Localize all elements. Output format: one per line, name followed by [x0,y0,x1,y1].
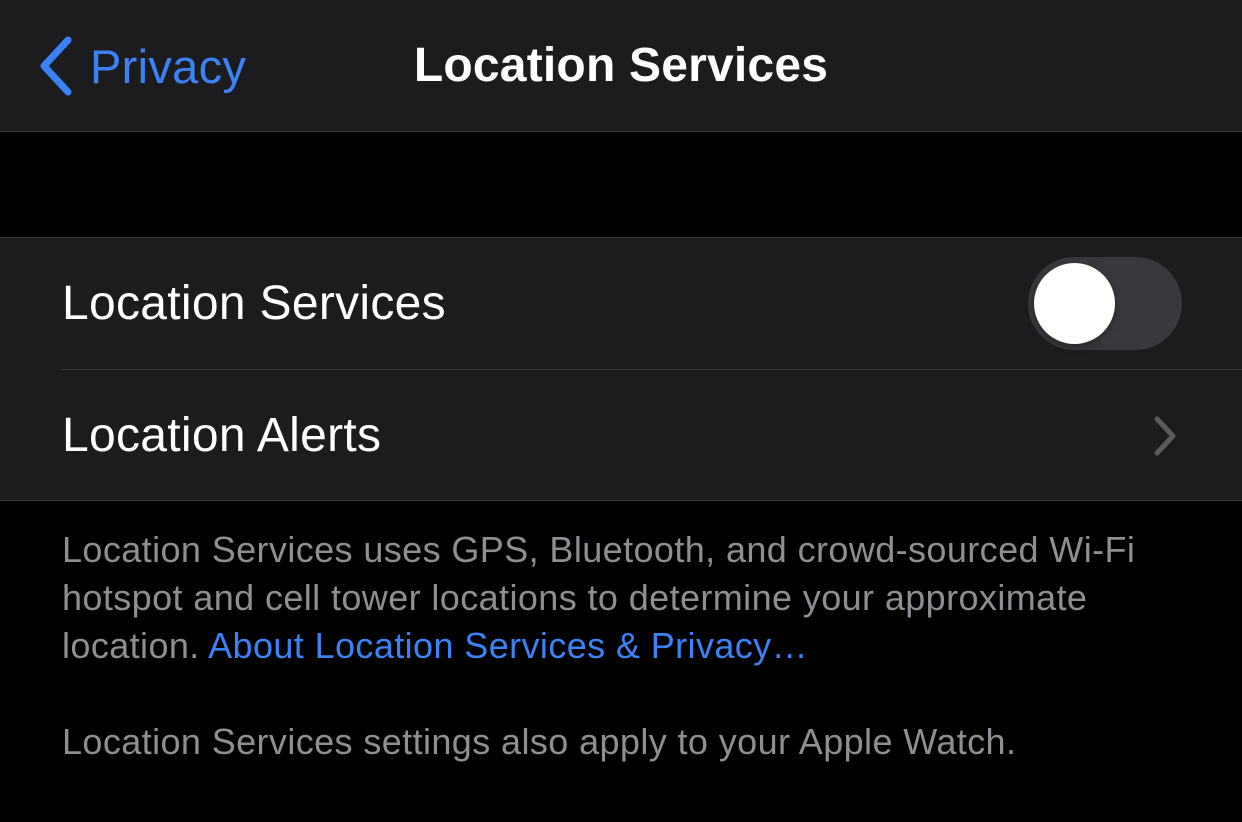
page-title: Location Services [413,39,829,92]
footer-note: Location Services settings also apply to… [62,721,1017,762]
chevron-right-icon [1154,416,1176,456]
location-services-row: Location Services [0,238,1242,370]
settings-group: Location Services Location Alerts [0,237,1242,501]
footer-description: Location Services uses GPS, Bluetooth, a… [62,526,1182,670]
settings-screen: Privacy Location Services Location Servi… [0,0,1242,822]
about-location-privacy-link[interactable]: About Location Services & Privacy… [208,625,808,666]
location-services-toggle[interactable] [1028,257,1182,350]
toggle-knob [1034,263,1115,344]
location-services-label: Location Services [62,277,446,330]
location-alerts-row[interactable]: Location Alerts [0,370,1242,501]
navigation-bar: Privacy Location Services [0,0,1242,132]
location-alerts-label: Location Alerts [62,409,382,462]
